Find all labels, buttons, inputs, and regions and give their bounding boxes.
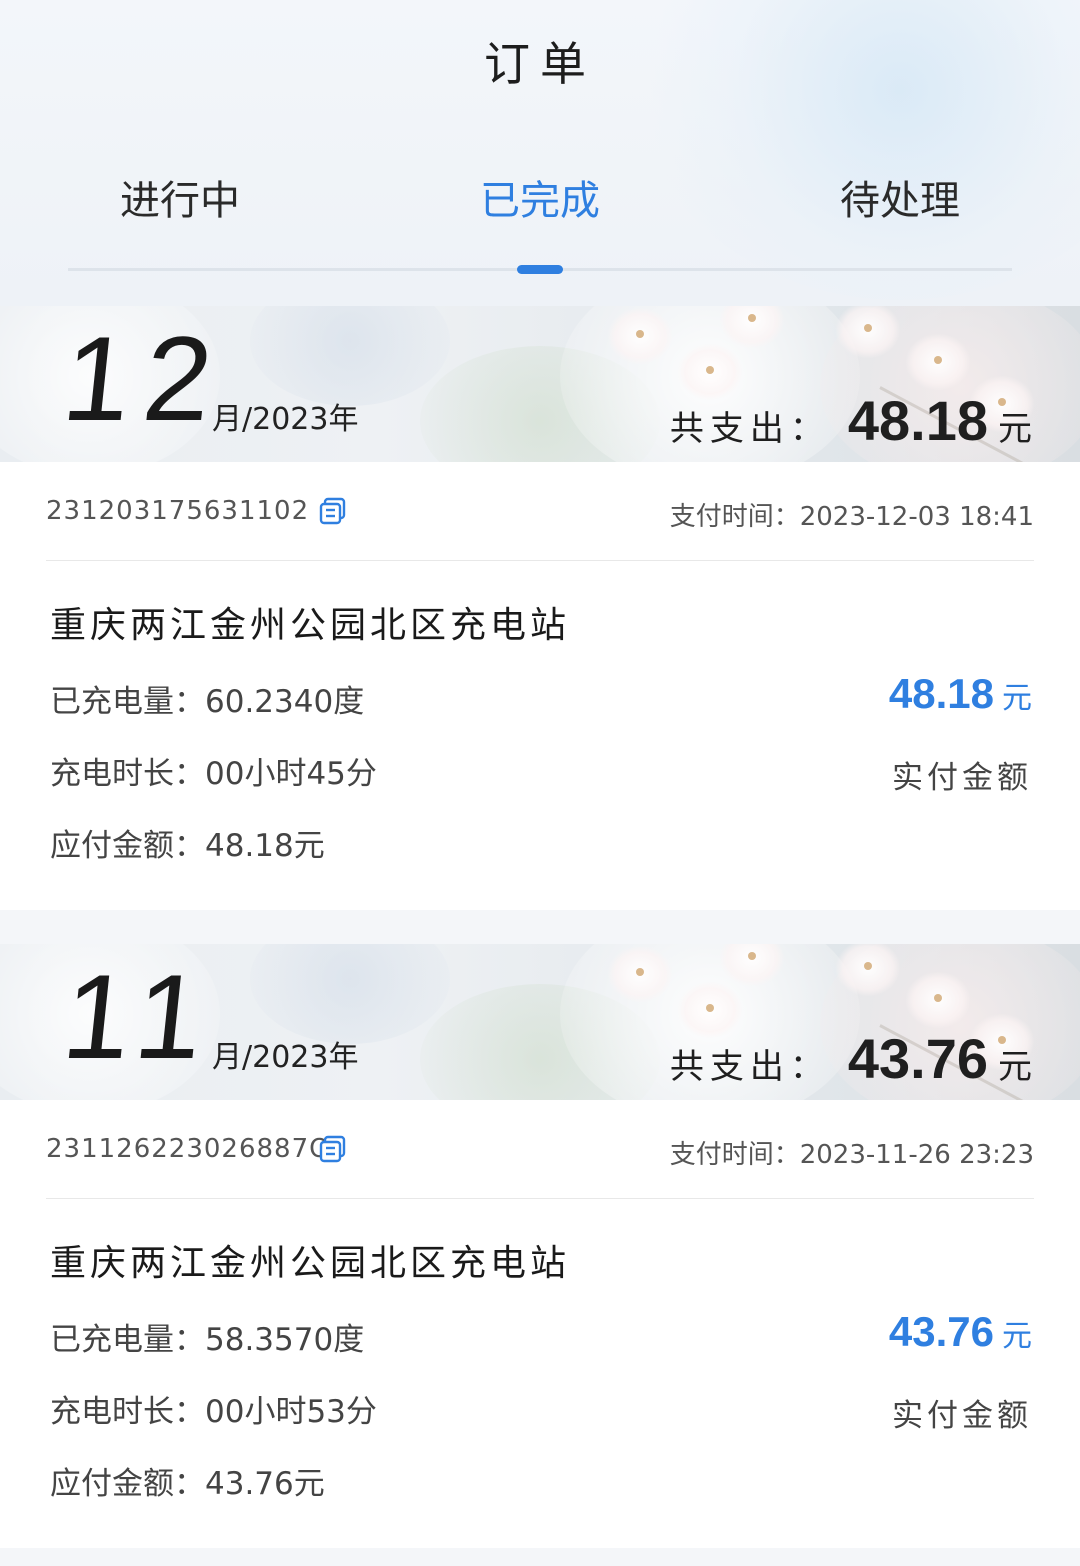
total-label: 共支出：	[669, 409, 830, 449]
month-year-label: 月/2023年	[212, 402, 359, 437]
order-number: 231126223026887O	[46, 1134, 331, 1164]
order-card[interactable]: 11 月/2023年 共支出： 43.76 元 231126223026887O…	[0, 944, 1080, 1548]
charged-amount: 已充电量：58.3570度	[50, 1322, 365, 1358]
order-card[interactable]: 12 月/2023年 共支出： 48.18 元 231203175631102 …	[0, 306, 1080, 910]
tab-pending[interactable]: 待处理	[780, 168, 1020, 226]
payable-amount: 应付金额：43.76元	[50, 1466, 325, 1502]
total-value: 48.18	[847, 389, 988, 452]
paid-value: 48.18	[888, 670, 994, 717]
payable-amount: 应付金额：48.18元	[50, 828, 325, 864]
pay-time: 支付时间：2023-11-26 23:23	[669, 1140, 1034, 1170]
tab-bar: 进行中 已完成 待处理	[0, 168, 1080, 238]
blossom-icon	[608, 946, 672, 1002]
paid-label: 实付金额	[892, 760, 1032, 796]
monthly-total: 共支出： 43.76 元	[669, 1026, 1032, 1090]
blossom-icon	[836, 944, 900, 996]
total-label: 共支出：	[669, 1047, 830, 1087]
paid-unit: 元	[1002, 1319, 1032, 1354]
blossom-icon	[608, 308, 672, 364]
charge-duration: 充电时长：00小时45分	[50, 756, 377, 792]
banner-bokeh	[250, 944, 450, 1044]
blossom-icon	[720, 944, 784, 986]
blossom-icon	[836, 306, 900, 358]
station-name: 重庆两江金州公园北区充电站	[50, 1243, 571, 1284]
total-unit: 元	[998, 1047, 1032, 1087]
blossom-icon	[720, 306, 784, 348]
charged-amount: 已充电量：60.2340度	[50, 684, 365, 720]
page-title: 订单	[484, 37, 596, 91]
month-number: 12	[56, 312, 233, 446]
month-number: 11	[56, 950, 224, 1084]
tab-in-progress[interactable]: 进行中	[60, 168, 300, 226]
page-header: 订单 进行中 已完成 待处理	[0, 0, 1080, 306]
total-unit: 元	[998, 409, 1032, 449]
divider	[46, 560, 1034, 561]
copy-icon[interactable]	[318, 496, 348, 526]
pay-time: 支付时间：2023-12-03 18:41	[669, 502, 1034, 532]
month-banner: 12 月/2023年 共支出： 48.18 元	[0, 306, 1080, 462]
paid-amount: 43.76 元	[889, 1308, 1032, 1356]
blossom-icon	[906, 334, 970, 390]
paid-amount: 48.18 元	[889, 670, 1032, 718]
blossom-icon	[906, 972, 970, 1028]
active-tab-indicator	[517, 265, 563, 274]
paid-label: 实付金额	[892, 1398, 1032, 1434]
month-banner: 11 月/2023年 共支出： 43.76 元	[0, 944, 1080, 1100]
monthly-total: 共支出： 48.18 元	[669, 388, 1032, 452]
order-meta: 231203175631102 支付时间：2023-12-03 18:41	[46, 496, 1034, 536]
paid-value: 43.76	[888, 1308, 994, 1355]
tab-completed[interactable]: 已完成	[420, 168, 660, 226]
order-number: 231203175631102	[46, 496, 310, 526]
order-meta: 231126223026887O 支付时间：2023-11-26 23:23	[46, 1134, 1034, 1174]
month-year-label: 月/2023年	[212, 1040, 359, 1075]
copy-icon[interactable]	[318, 1134, 348, 1164]
banner-bokeh	[250, 306, 450, 406]
paid-unit: 元	[1002, 681, 1032, 716]
charge-duration: 充电时长：00小时53分	[50, 1394, 377, 1430]
divider	[46, 1198, 1034, 1199]
total-value: 43.76	[847, 1027, 988, 1090]
station-name: 重庆两江金州公园北区充电站	[50, 605, 571, 646]
